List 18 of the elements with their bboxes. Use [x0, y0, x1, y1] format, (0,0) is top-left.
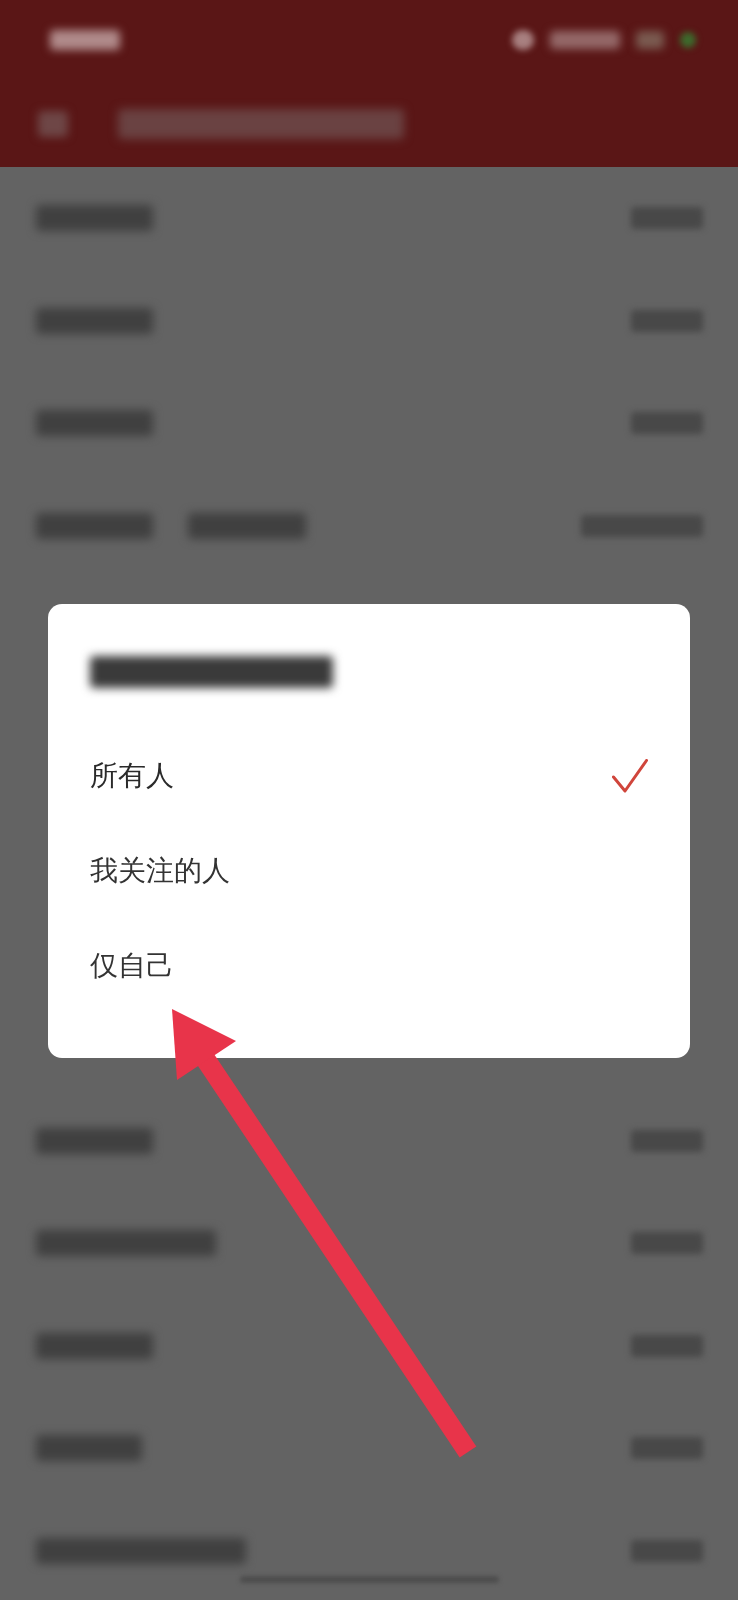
blurred-icon — [680, 32, 696, 48]
blurred-text — [631, 1232, 703, 1255]
blurred-icon — [550, 31, 620, 49]
blurred-icon — [636, 31, 664, 49]
blurred-icon — [512, 30, 534, 50]
blurred-text — [631, 1334, 703, 1357]
blurred-text — [631, 1437, 703, 1460]
check-icon — [612, 758, 648, 793]
blurred-text — [631, 309, 703, 332]
blurred-text — [631, 207, 703, 230]
blurred-text — [631, 412, 703, 435]
option-item[interactable]: 所有人 — [48, 728, 690, 823]
option-item[interactable]: 我关注的人 — [48, 823, 690, 918]
blurred-text — [50, 30, 120, 50]
blurred-text — [631, 1129, 703, 1152]
blurred-icon — [38, 110, 68, 137]
blurred-text — [631, 1539, 703, 1562]
option-item[interactable]: 仅自己 — [48, 918, 690, 1013]
